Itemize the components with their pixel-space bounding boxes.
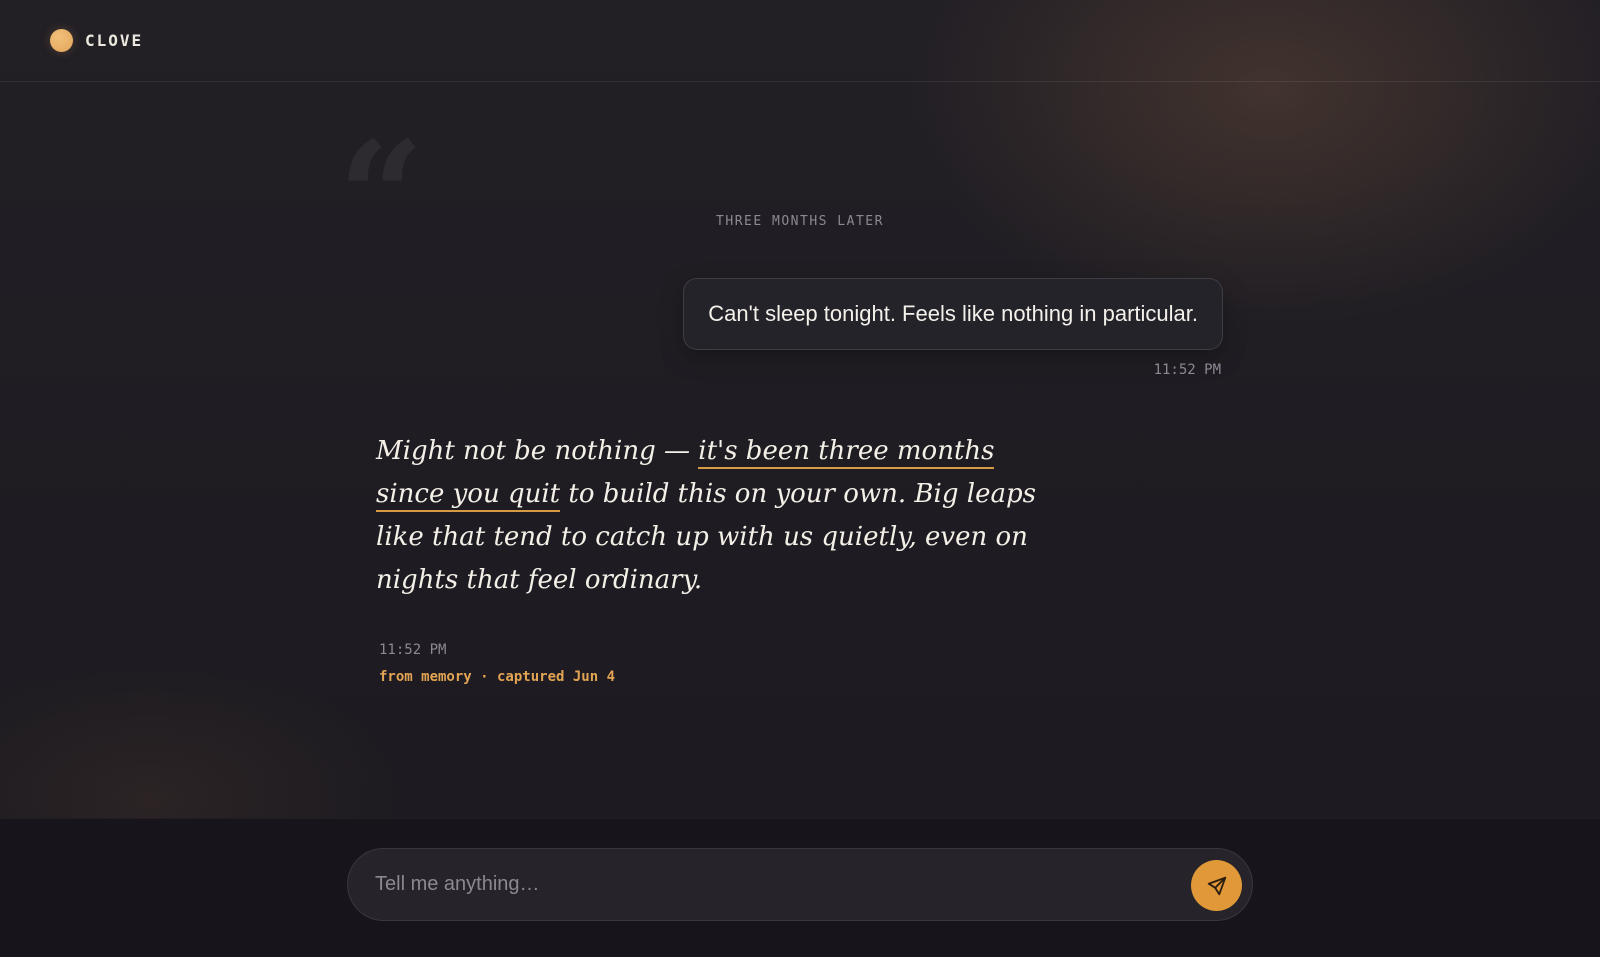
assistant-message: Might not be nothing — it's been three m… <box>376 430 1056 602</box>
send-icon <box>1207 876 1226 895</box>
top-bar: CLOVE <box>0 0 1600 82</box>
message-input[interactable] <box>375 849 1155 920</box>
brand[interactable]: CLOVE <box>50 29 143 52</box>
composer-bar <box>0 818 1600 957</box>
assistant-message-text-before: Might not be nothing — <box>376 436 699 466</box>
time-divider-label: THREE MONTHS LATER <box>716 214 884 229</box>
brand-name: CLOVE <box>85 31 144 50</box>
brand-logo-icon <box>50 29 73 52</box>
assistant-message-time: 11:52 PM <box>379 642 447 658</box>
user-message-time: 11:52 PM <box>1153 362 1221 378</box>
quote-mark-icon: “ <box>338 109 425 285</box>
user-message-bubble: Can't sleep tonight. Feels like nothing … <box>683 278 1223 350</box>
memory-source-tag[interactable]: from memory · captured Jun 4 <box>379 669 615 685</box>
conversation-area: “ THREE MONTHS LATER Can't sleep tonight… <box>0 82 1600 818</box>
send-button[interactable] <box>1191 860 1242 911</box>
composer <box>347 848 1253 921</box>
